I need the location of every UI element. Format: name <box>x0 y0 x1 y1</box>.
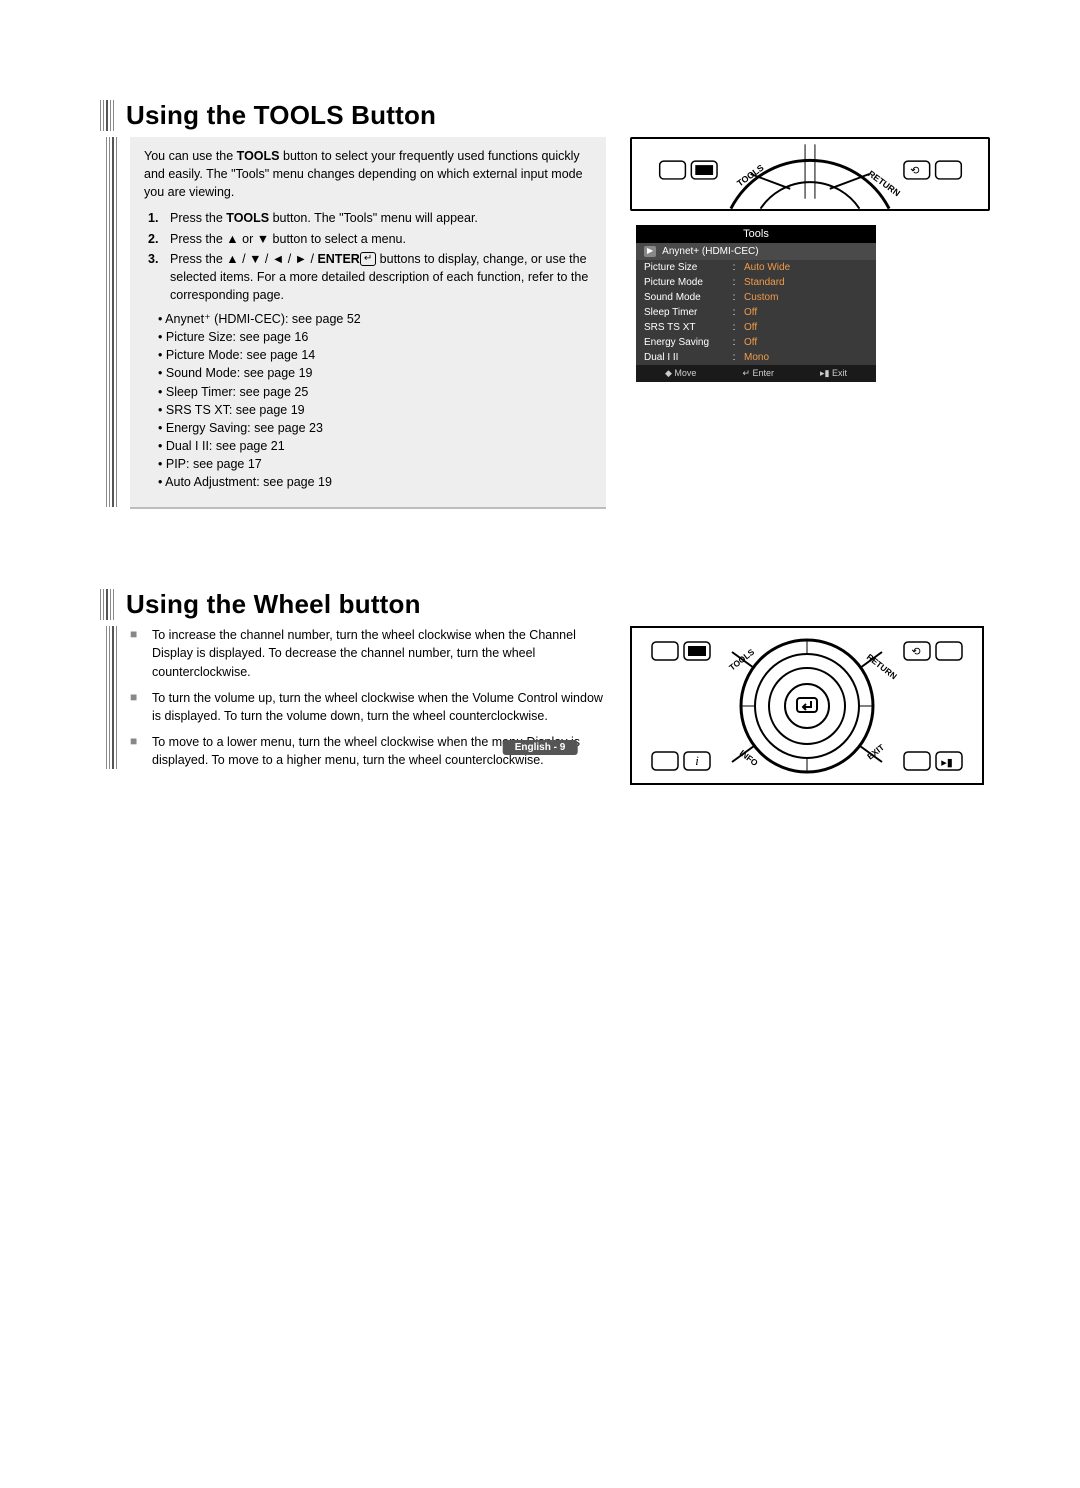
svg-text:▸▮: ▸▮ <box>941 757 953 769</box>
list-item: Dual I II: see page 21 <box>158 437 592 455</box>
svg-text:i: i <box>695 753 699 768</box>
osd-row: Dual I II:Mono <box>636 350 876 365</box>
enter-icon: ↵ <box>360 252 376 266</box>
step-2: 2. Press the ▲ or ▼ button to select a m… <box>148 230 592 248</box>
list-item: Auto Adjustment: see page 19 <box>158 473 592 491</box>
bold-tools-word: TOOLS <box>237 149 280 163</box>
osd-row: Energy Saving:Off <box>636 335 876 350</box>
list-item: Sound Mode: see page 19 <box>158 364 592 382</box>
osd-row: Sound Mode:Custom <box>636 290 876 305</box>
page-reference-list: Anynet⁺ (HDMI-CEC): see page 52 Picture … <box>144 310 592 491</box>
list-item: Sleep Timer: see page 25 <box>158 383 592 401</box>
osd-row: Picture Size:Auto Wide <box>636 260 876 275</box>
tools-intro-text: You can use the TOOLS button to select y… <box>144 147 592 201</box>
osd-tools-menu: Tools ▶ Anynet+ (HDMI-CEC) Picture Size:… <box>636 225 876 382</box>
list-item: SRS TS XT: see page 19 <box>158 401 592 419</box>
remote-illustration-top: TOOLS RETURN ⟲ <box>630 137 990 211</box>
osd-row: Picture Mode:Standard <box>636 275 876 290</box>
bullet-item: ■To turn the volume up, turn the wheel c… <box>130 689 606 725</box>
heading-tools: Using the TOOLS Button <box>126 100 436 131</box>
svg-text:⟲: ⟲ <box>911 646 920 658</box>
list-item: PIP: see page 17 <box>158 455 592 473</box>
osd-title: Tools <box>636 225 876 243</box>
osd-row: Sleep Timer:Off <box>636 305 876 320</box>
osd-highlight-row: ▶ Anynet+ (HDMI-CEC) <box>636 243 876 260</box>
list-item: Anynet⁺ (HDMI-CEC): see page 52 <box>158 310 592 328</box>
instruction-box-tools: You can use the TOOLS button to select y… <box>130 137 606 509</box>
page-footer: English - 9 <box>503 740 578 755</box>
osd-legend: ◆ Move ↵ Enter ▸▮ Exit <box>636 365 876 382</box>
remote-wheel-illustration: i ⟲ ▸▮ TOOLS RETURN INFO EXIT <box>630 626 984 785</box>
list-item: Picture Mode: see page 14 <box>158 346 592 364</box>
heading-ornament <box>100 589 116 620</box>
svg-text:RETURN: RETURN <box>865 652 899 682</box>
osd-row: SRS TS XT:Off <box>636 320 876 335</box>
heading-ornament <box>100 100 116 131</box>
heading-wheel: Using the Wheel button <box>126 589 421 620</box>
list-item: Energy Saving: see page 23 <box>158 419 592 437</box>
bullet-item: ■To increase the channel number, turn th… <box>130 626 606 680</box>
step-1: 1. Press the TOOLS button. The "Tools" m… <box>148 209 592 227</box>
section-tools-button: Using the TOOLS Button You can use the T… <box>100 100 990 509</box>
svg-text:⟲: ⟲ <box>910 165 919 177</box>
step-3: 3. Press the ▲ / ▼ / ◄ / ► / ENTER↵ butt… <box>148 250 592 304</box>
section-wheel-button: Using the Wheel button ■To increase the … <box>100 589 990 785</box>
list-item: Picture Size: see page 16 <box>158 328 592 346</box>
